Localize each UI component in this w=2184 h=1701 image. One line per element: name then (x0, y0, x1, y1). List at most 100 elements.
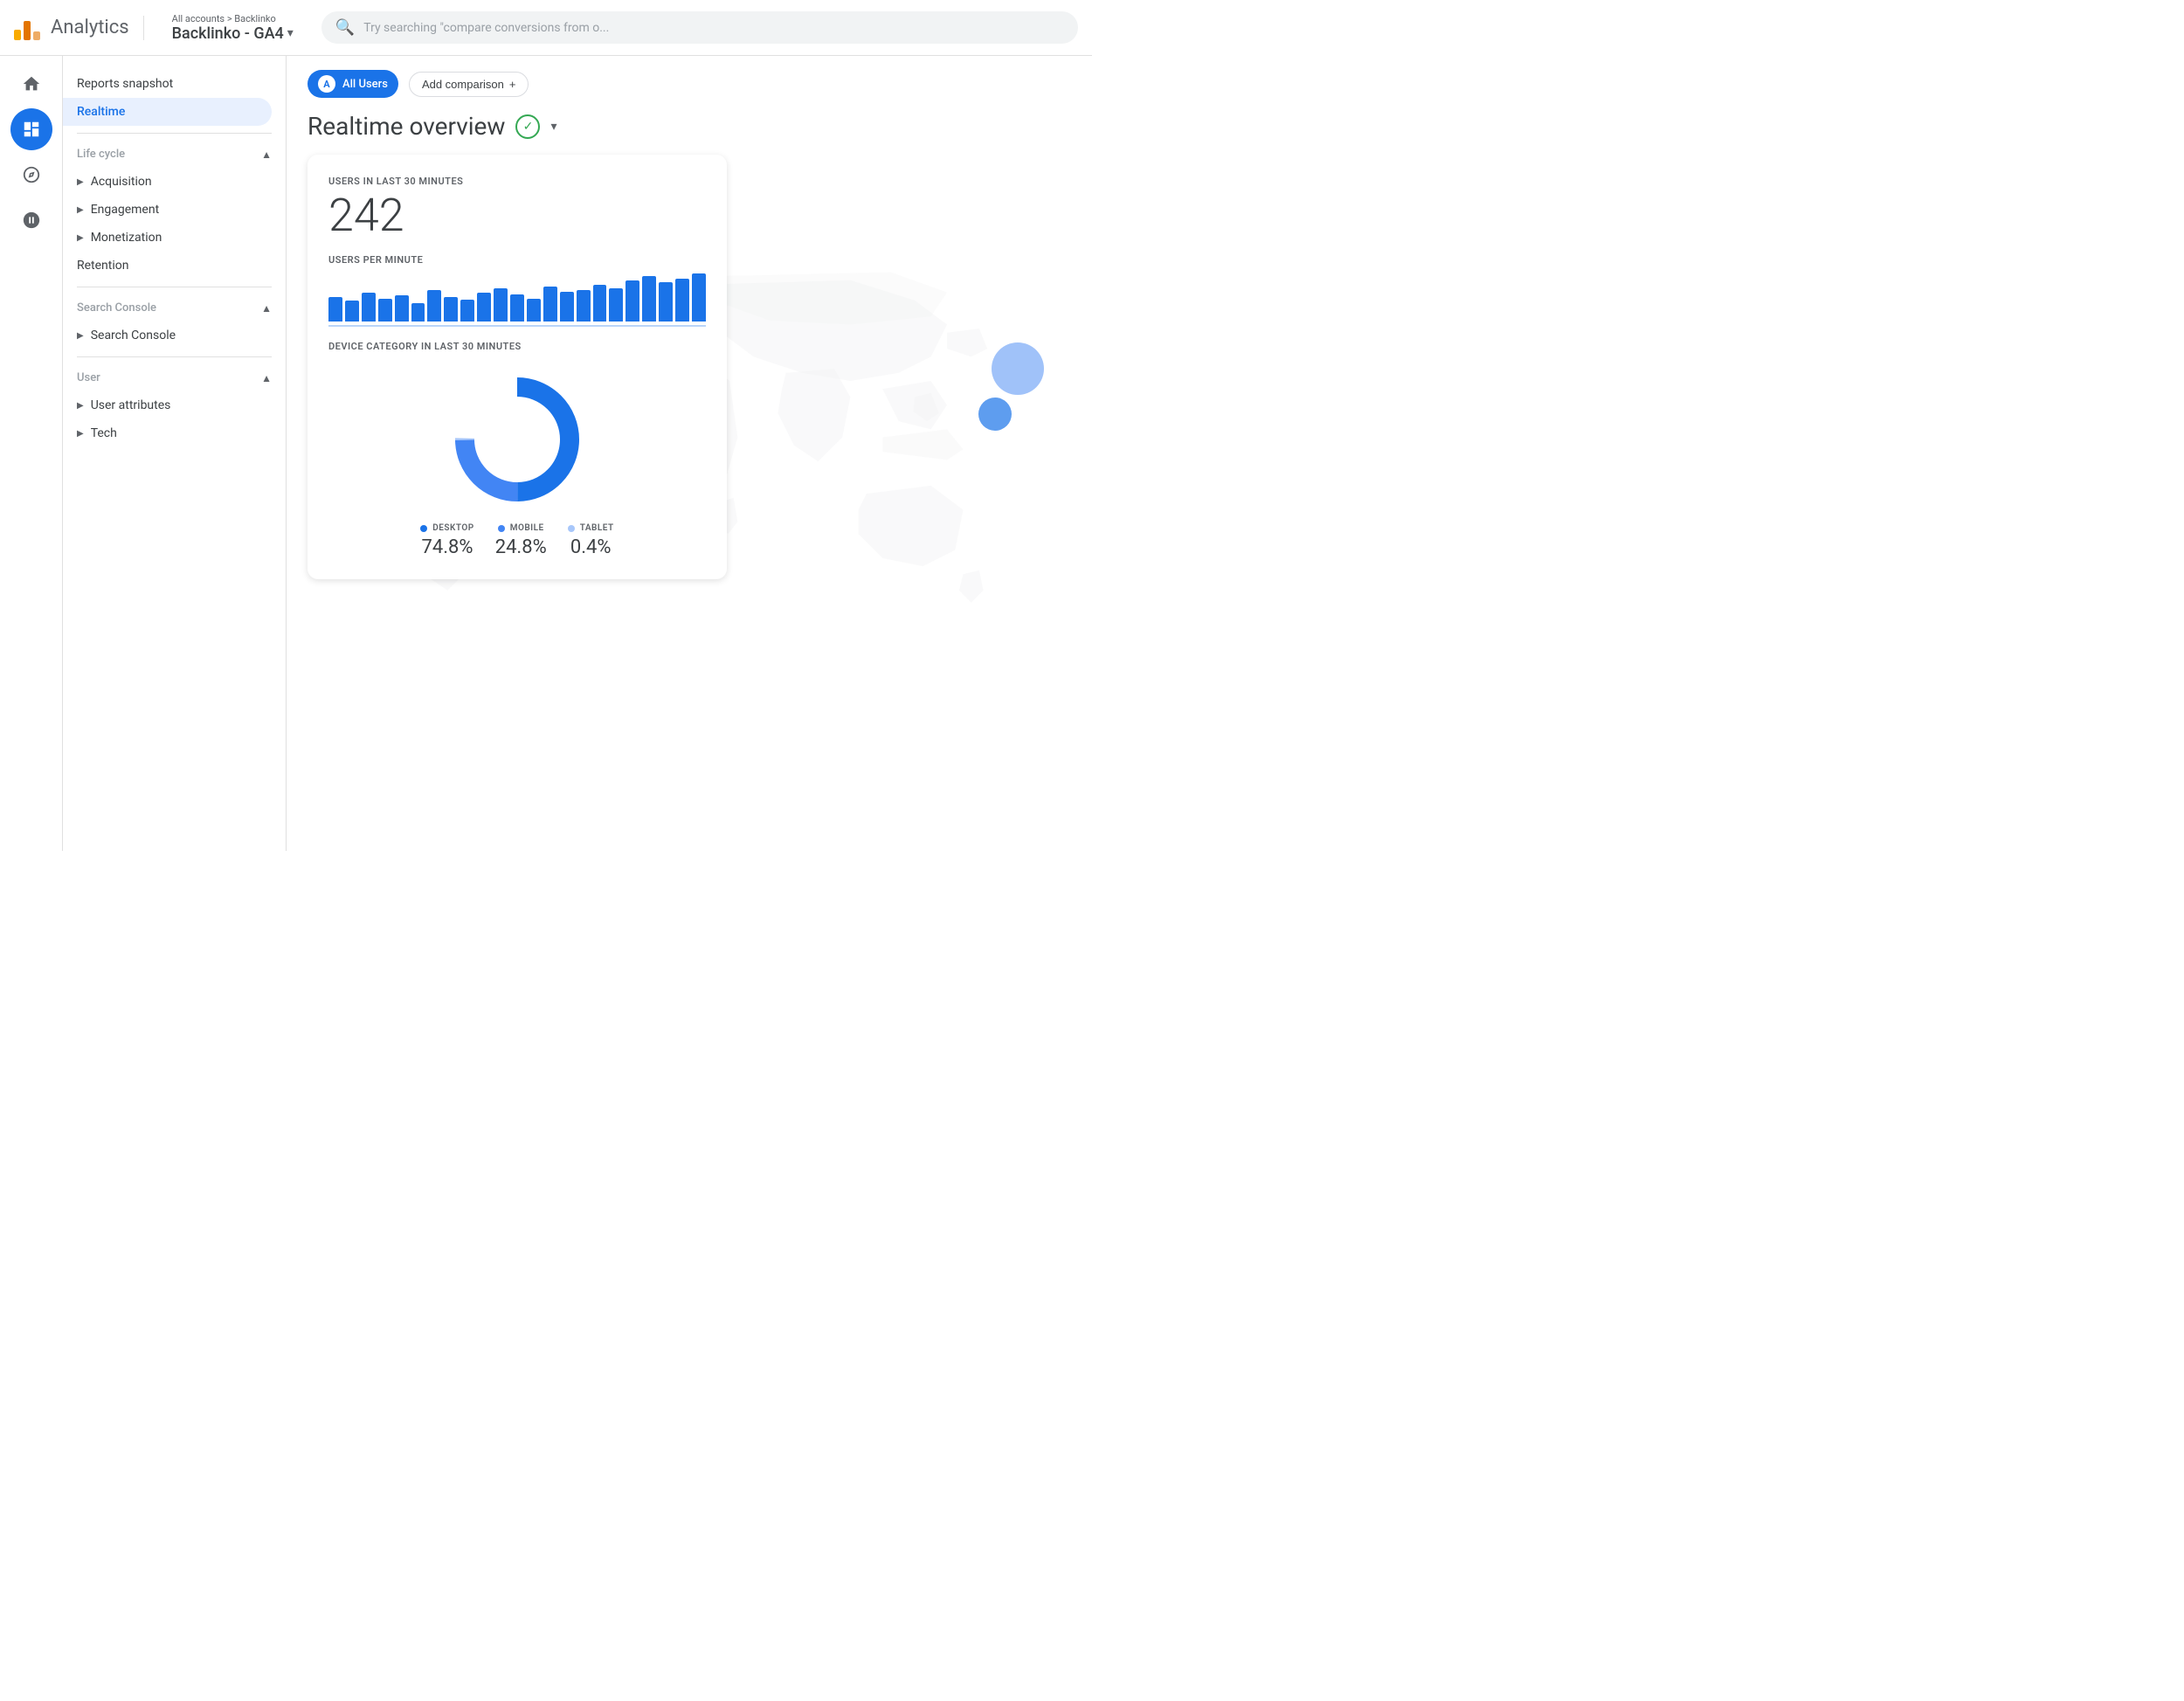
sidebar: Reports snapshot Realtime Life cycle ▲ ▶… (63, 56, 287, 851)
chart-bar (345, 301, 359, 322)
add-comparison-label: Add comparison (422, 78, 504, 91)
search-icon: 🔍 (335, 18, 355, 37)
nav-rail-home[interactable] (10, 63, 52, 105)
analytics-title: Analytics (51, 17, 129, 38)
account-name: Backlinko - GA4 (172, 24, 284, 43)
desktop-value: 74.8% (421, 536, 473, 558)
mobile-label: MOBILE (510, 523, 544, 533)
lifecycle-section-header[interactable]: Life cycle ▲ (63, 141, 286, 168)
lifecycle-chevron-icon: ▲ (261, 149, 272, 161)
search-console-section-header[interactable]: Search Console ▲ (63, 294, 286, 322)
sidebar-user-attributes[interactable]: ▶ User attributes (63, 391, 272, 419)
device-legend: DESKTOP 74.8% MOBILE 24.8% (420, 523, 613, 558)
add-icon: + (509, 78, 516, 91)
chart-bar (477, 293, 491, 322)
account-section: All accounts > Backlinko Backlinko - GA4… (158, 13, 294, 43)
chart-bar (675, 279, 689, 322)
nav-rail-reports[interactable] (10, 108, 52, 150)
chart-bar (427, 290, 441, 322)
sidebar-engagement[interactable]: ▶ Engagement (63, 196, 272, 224)
users-30min-label: USERS IN LAST 30 MINUTES (328, 176, 706, 187)
search-console-arrow-icon: ▶ (77, 331, 84, 341)
engagement-arrow-icon: ▶ (77, 205, 84, 215)
sidebar-reports-snapshot[interactable]: Reports snapshot (63, 70, 272, 98)
chart-bar (395, 295, 409, 322)
all-users-filter[interactable]: A All Users (308, 70, 398, 98)
search-console-label: Search Console (91, 328, 176, 342)
engagement-label: Engagement (91, 203, 159, 217)
app-header: Analytics All accounts > Backlinko Backl… (0, 0, 1092, 56)
page-title-row: Realtime overview ✓ ▾ (308, 112, 1071, 141)
donut-chart-container: DESKTOP 74.8% MOBILE 24.8% (328, 356, 706, 558)
search-console-section-title: Search Console (77, 301, 156, 315)
tablet-dot-row: TABLET (568, 523, 614, 533)
users-30min-value: 242 (328, 190, 706, 240)
sidebar-acquisition[interactable]: ▶ Acquisition (63, 168, 272, 196)
desktop-dot-row: DESKTOP (420, 523, 473, 533)
chart-bar (444, 297, 458, 322)
mobile-dot-row: MOBILE (498, 523, 544, 533)
chart-bar (378, 299, 392, 322)
divider-1 (77, 133, 272, 134)
chart-bar (543, 287, 557, 322)
chart-bar (560, 292, 574, 322)
users-per-minute-chart (328, 269, 706, 322)
chart-baseline (328, 325, 706, 327)
chart-bar (577, 290, 591, 322)
device-category-label: DEVICE CATEGORY IN LAST 30 MINUTES (328, 341, 706, 352)
user-section-title: User (77, 371, 100, 384)
content-overlay: A All Users Add comparison + Realtime ov… (287, 56, 1092, 593)
legend-desktop: DESKTOP 74.8% (420, 523, 473, 558)
logo-bar-1 (14, 30, 21, 40)
chart-bar (328, 297, 342, 322)
sidebar-search-console[interactable]: ▶ Search Console (63, 322, 272, 349)
retention-label: Retention (77, 259, 129, 273)
chart-bar (362, 293, 376, 322)
chart-bar (411, 303, 425, 322)
verified-check-icon: ✓ (523, 120, 534, 134)
tablet-label: TABLET (580, 523, 614, 533)
mobile-value: 24.8% (495, 536, 547, 558)
main-content: A All Users Add comparison + Realtime ov… (287, 56, 1092, 851)
all-users-label: All Users (342, 78, 388, 91)
sidebar-monetization[interactable]: ▶ Monetization (63, 224, 272, 252)
legend-mobile: MOBILE 24.8% (495, 523, 547, 558)
tablet-value: 0.4% (570, 536, 612, 558)
account-selector[interactable]: Backlinko - GA4 ▾ (172, 24, 294, 43)
user-avatar: A (318, 75, 335, 93)
breadcrumb: All accounts > Backlinko (172, 13, 294, 24)
desktop-label: DESKTOP (432, 523, 473, 533)
verified-badge: ✓ (515, 114, 540, 139)
search-bar[interactable]: 🔍 Try searching "compare conversions fro… (321, 11, 1078, 44)
nav-rail (0, 56, 63, 851)
sidebar-tech[interactable]: ▶ Tech (63, 419, 272, 447)
nav-rail-advertising[interactable] (10, 199, 52, 241)
sidebar-retention[interactable]: Retention (63, 252, 272, 280)
acquisition-label: Acquisition (91, 175, 152, 189)
chart-bar (609, 288, 623, 322)
user-section-header[interactable]: User ▲ (63, 364, 286, 391)
chart-bar (510, 294, 524, 322)
ga-logo-icon (14, 16, 40, 40)
mobile-dot (498, 525, 505, 532)
user-attributes-arrow-icon: ▶ (77, 401, 84, 411)
acquisition-arrow-icon: ▶ (77, 177, 84, 187)
stats-card: USERS IN LAST 30 MINUTES 242 USERS PER M… (308, 155, 727, 579)
reports-snapshot-label: Reports snapshot (77, 77, 173, 91)
chart-bar (494, 288, 508, 322)
chart-bar (527, 299, 541, 322)
page-title: Realtime overview (308, 112, 505, 141)
chart-bar (642, 276, 656, 322)
logo-bar-2 (24, 21, 31, 40)
nav-rail-explore[interactable] (10, 154, 52, 196)
search-placeholder-text: Try searching "compare conversions from … (363, 21, 609, 35)
monetization-arrow-icon: ▶ (77, 233, 84, 243)
account-dropdown-arrow: ▾ (287, 26, 294, 40)
tablet-dot (568, 525, 575, 532)
tech-arrow-icon: ▶ (77, 429, 84, 439)
title-dropdown-icon[interactable]: ▾ (550, 120, 556, 134)
sidebar-realtime[interactable]: Realtime (63, 98, 272, 126)
monetization-label: Monetization (91, 231, 162, 245)
add-comparison-button[interactable]: Add comparison + (409, 72, 529, 97)
users-per-minute-label: USERS PER MINUTE (328, 254, 706, 266)
